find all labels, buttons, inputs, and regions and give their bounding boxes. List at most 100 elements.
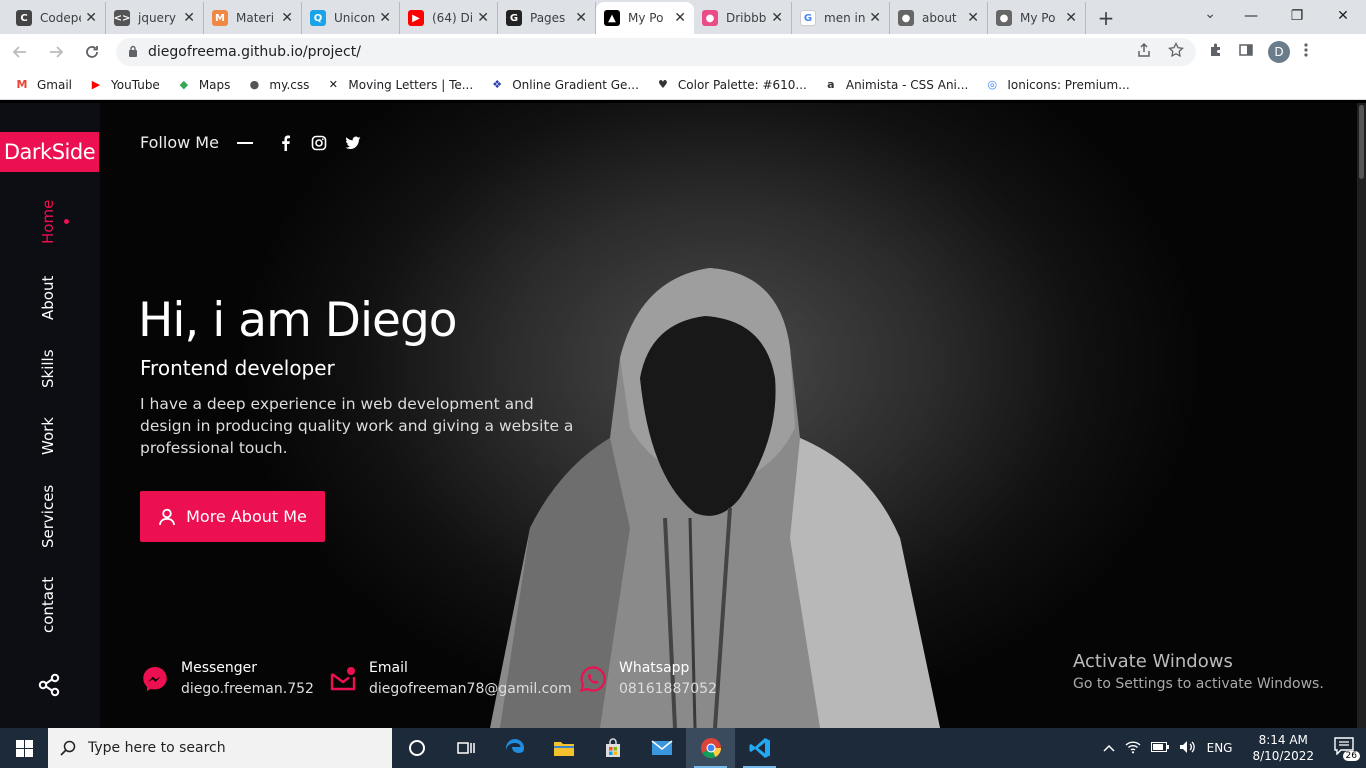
instagram-icon[interactable] — [311, 135, 327, 151]
profile-avatar[interactable]: D — [1268, 41, 1290, 63]
chevron-up-icon[interactable] — [1103, 741, 1115, 755]
tab-close-icon[interactable]: ✕ — [281, 10, 293, 26]
task-view-icon[interactable] — [441, 728, 490, 768]
chrome-icon[interactable] — [686, 728, 735, 768]
search-icon — [60, 740, 76, 756]
file-explorer-icon[interactable] — [539, 728, 588, 768]
tab-close-icon[interactable]: ✕ — [575, 10, 587, 26]
tab-search-icon[interactable]: ⌄ — [1204, 6, 1216, 22]
tab-title: about — [922, 11, 957, 25]
taskbar-clock[interactable]: 8:14 AM 8/10/2022 — [1252, 732, 1314, 764]
tab-close-icon[interactable]: ✕ — [85, 10, 97, 26]
bookmark-favicon-icon: ✕ — [328, 78, 338, 91]
taskbar-search[interactable]: Type here to search — [48, 728, 392, 768]
hero-description: I have a deep experience in web developm… — [140, 395, 574, 457]
contact-whatsapp[interactable]: Whatsapp 08161887052 — [578, 658, 717, 700]
bookmark-item[interactable]: ▶ YouTube — [88, 77, 160, 93]
tab-close-icon[interactable]: ✕ — [674, 10, 686, 26]
tab-close-icon[interactable]: ✕ — [771, 10, 783, 26]
bookmark-item[interactable]: ◆ Maps — [176, 77, 231, 93]
facebook-icon[interactable] — [279, 135, 293, 151]
tab-close-icon[interactable]: ✕ — [869, 10, 881, 26]
tab-favicon-icon: M — [212, 10, 228, 26]
restore-icon[interactable]: ❐ — [1274, 0, 1320, 32]
tab-close-icon[interactable]: ✕ — [379, 10, 391, 26]
browser-tab[interactable]: ▲ My Po ✕ — [596, 2, 694, 34]
bookmark-star-icon[interactable] — [1168, 41, 1184, 62]
minimize-icon[interactable]: — — [1228, 0, 1274, 32]
nav-item-about[interactable]: About — [34, 273, 62, 323]
address-bar[interactable]: diegofreema.github.io/project/ — [116, 38, 1196, 66]
tab-close-icon[interactable]: ✕ — [967, 10, 979, 26]
browser-tab[interactable]: Gmen in ✕ — [792, 2, 890, 34]
browser-tab[interactable]: Q Unicons✕ — [302, 2, 400, 34]
browser-tab[interactable]: ▶ (64) Di ✕ — [400, 2, 498, 34]
bookmark-label: Ionicons: Premium... — [1007, 77, 1130, 92]
tab-close-icon[interactable]: ✕ — [183, 10, 195, 26]
browser-tab-strip: CCodepen✕<>jquery✕MMateri✕QUnicons✕▶(64)… — [0, 0, 1366, 34]
contact-email[interactable]: Email diegofreeman78@gamil.com — [328, 658, 572, 700]
nav-item-services[interactable]: Services — [34, 484, 62, 547]
page-scrollbar[interactable] — [1357, 103, 1366, 728]
windows-start-icon[interactable] — [0, 728, 48, 768]
more-about-me-button[interactable]: More About Me — [140, 491, 325, 542]
hero-subtitle: Frontend developer — [140, 356, 335, 380]
tab-close-icon[interactable]: ✕ — [477, 10, 489, 26]
bookmark-favicon-icon: ● — [249, 78, 260, 91]
tab-favicon-icon: ● — [898, 10, 914, 26]
contact-value: 08161887052 — [619, 681, 717, 697]
store-icon[interactable] — [588, 728, 637, 768]
reload-icon[interactable] — [76, 36, 108, 68]
share-icon[interactable] — [37, 673, 61, 697]
extensions-icon[interactable] — [1208, 42, 1224, 62]
browser-tab[interactable]: <> jquery ✕ — [106, 2, 204, 34]
nav-item-work[interactable]: Work — [34, 415, 62, 457]
browser-tab[interactable]: M Materi ✕ — [204, 2, 302, 34]
browser-tab[interactable]: ● Dribbb ✕ — [694, 2, 792, 34]
browser-tab[interactable]: ● My Po ✕ — [988, 2, 1086, 34]
bookmark-favicon-icon: a — [827, 78, 835, 91]
volume-icon[interactable] — [1179, 740, 1197, 757]
tab-close-icon[interactable]: ✕ — [1065, 10, 1077, 26]
bookmark-item[interactable]: ◎ Ionicons: Premium... — [984, 77, 1130, 93]
cortana-icon[interactable] — [392, 728, 441, 768]
close-window-icon[interactable]: ✕ — [1320, 0, 1366, 32]
wifi-icon[interactable] — [1125, 740, 1141, 757]
bookmark-item[interactable]: M Gmail — [14, 77, 73, 93]
nav-item-contact[interactable]: contact — [34, 577, 62, 633]
back-icon[interactable] — [4, 36, 36, 68]
browser-tab[interactable]: G Pages ✕ — [498, 2, 596, 34]
mail-icon[interactable] — [637, 728, 686, 768]
bookmark-item[interactable]: ● my.css — [246, 77, 310, 93]
brand-logo[interactable]: DarkSide — [0, 132, 99, 172]
language-indicator[interactable]: ENG — [1207, 741, 1233, 755]
nav-item-skills[interactable]: Skills — [34, 349, 62, 389]
follow-me: Follow Me — [140, 133, 361, 152]
window-controls: — ❐ ✕ — [1228, 0, 1366, 32]
edge-browser-icon[interactable] — [490, 728, 539, 768]
browser-toolbar: diegofreema.github.io/project/ D — [0, 34, 1366, 70]
vscode-icon[interactable] — [735, 728, 784, 768]
bookmark-item[interactable]: a Animista - CSS Ani... — [823, 77, 968, 93]
twitter-icon[interactable] — [345, 136, 361, 150]
forward-icon[interactable] — [40, 36, 72, 68]
bookmark-item[interactable]: ✕ Moving Letters | Te... — [325, 77, 473, 93]
browser-tab[interactable]: ● about ✕ — [890, 2, 988, 34]
watermark-subtitle: Go to Settings to activate Windows. — [1073, 676, 1324, 692]
scrollbar-thumb[interactable] — [1359, 105, 1364, 179]
bookmark-item[interactable]: ❖ Online Gradient Ge... — [489, 77, 639, 93]
bookmark-item[interactable]: ♥ Color Palette: #610... — [655, 77, 807, 93]
notification-center-icon[interactable]: 26 — [1334, 737, 1360, 761]
nav-item-home[interactable]: Home — [34, 199, 62, 245]
portfolio-page: DarkSide Home About Skills Work Services… — [0, 103, 1357, 728]
contact-messenger[interactable]: Messenger diego.freeman.752 — [140, 658, 314, 700]
contact-value: diegofreeman78@gamil.com — [369, 681, 572, 697]
active-nav-dot — [64, 219, 69, 224]
windows-taskbar: Type here to search ENG 8:14 AM 8/10/202… — [0, 728, 1366, 768]
browser-tab[interactable]: C Codepen ✕ — [8, 2, 106, 34]
new-tab-icon[interactable]: + — [1086, 2, 1126, 34]
share-page-icon[interactable] — [1136, 42, 1152, 62]
battery-icon[interactable] — [1150, 741, 1169, 755]
menu-icon[interactable] — [1304, 42, 1308, 62]
side-panel-icon[interactable] — [1238, 42, 1254, 62]
